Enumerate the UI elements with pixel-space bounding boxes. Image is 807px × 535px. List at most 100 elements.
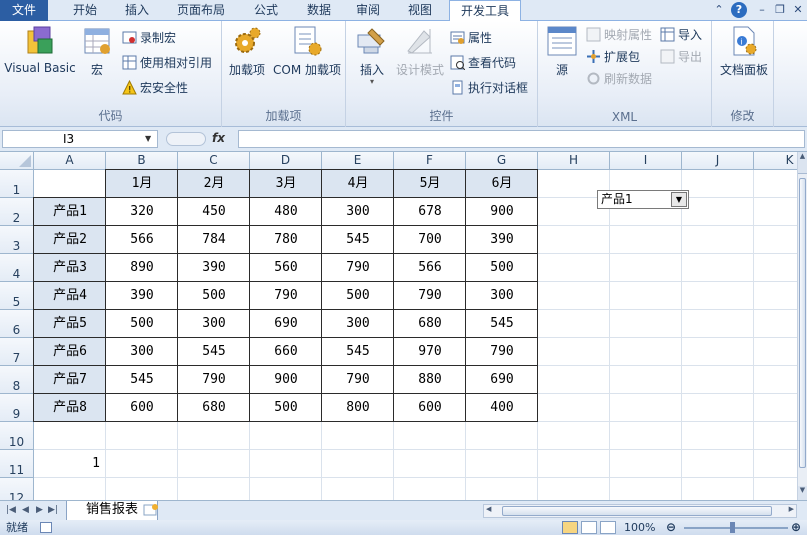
record-macro-button[interactable]: 录制宏 [122,29,176,48]
sales-value-cell[interactable]: 880 [394,366,466,394]
formula-input[interactable] [238,130,805,148]
sales-value-cell[interactable]: 800 [322,394,394,422]
product-name-cell[interactable]: 产品3 [34,254,106,282]
column-header-j[interactable]: J [682,152,754,170]
close-icon[interactable]: ✕ [790,2,806,18]
refresh-data-button[interactable]: 刷新数据 [586,70,652,89]
macros-button[interactable]: 宏 [80,25,114,78]
vertical-scrollbar[interactable]: ▲ ▼ [797,152,807,500]
row-header-1[interactable]: 1 [0,170,34,198]
sales-value-cell[interactable]: 400 [466,394,538,422]
row-header-7[interactable]: 7 [0,338,34,366]
row-header-3[interactable]: 3 [0,226,34,254]
zoom-in-icon[interactable]: ⊕ [791,520,801,535]
sales-value-cell[interactable]: 784 [178,226,250,254]
column-header-b[interactable]: B [106,152,178,170]
restore-icon[interactable]: ❐ [772,2,788,18]
sales-value-cell[interactable]: 545 [466,310,538,338]
document-panel-button[interactable]: i 文档面板 [716,25,772,78]
first-sheet-icon[interactable]: |◀ [6,505,16,515]
dropdown-arrow-icon[interactable]: ▼ [671,192,687,207]
row-header-6[interactable]: 6 [0,310,34,338]
row-header-9[interactable]: 9 [0,394,34,422]
prev-sheet-icon[interactable]: ◀ [22,505,29,515]
macro-record-status-icon[interactable] [40,522,52,533]
zoom-out-icon[interactable]: ⊖ [666,520,676,535]
month-header-cell[interactable]: 2月 [178,170,250,198]
sales-value-cell[interactable]: 480 [250,198,322,226]
insert-control-button[interactable]: 插入 ▾ [352,25,392,86]
sales-value-cell[interactable]: 300 [466,282,538,310]
properties-button[interactable]: 属性 [450,29,492,48]
horizontal-scrollbar[interactable]: ◀ ▶ [483,504,797,518]
sales-value-cell[interactable]: 300 [322,198,394,226]
page-layout-view-icon[interactable] [581,521,597,534]
expansion-pack-button[interactable]: 扩展包 [586,48,640,67]
row-header-10[interactable]: 10 [0,422,34,450]
worksheet-grid[interactable]: A B C D E F G H I J K 1 2 3 4 5 6 7 8 9 10 11 12 1月 2月 3月 4月 5月 6月 产品… [0,152,807,500]
zoom-level[interactable]: 100% [624,520,655,535]
xml-source-button[interactable]: 源 [546,25,578,78]
sales-value-cell[interactable]: 678 [394,198,466,226]
row-header-8[interactable]: 8 [0,366,34,394]
product-name-cell[interactable]: 产品8 [34,394,106,422]
design-mode-button[interactable]: 设计模式 [394,25,446,78]
sales-value-cell[interactable]: 900 [466,198,538,226]
sales-value-cell[interactable]: 660 [250,338,322,366]
sales-value-cell[interactable]: 690 [466,366,538,394]
tab-data[interactable]: 数据 [296,0,342,21]
tab-file[interactable]: 文件 [0,0,48,21]
zoom-slider[interactable] [684,527,788,529]
insert-function-icon[interactable]: fx [212,131,225,145]
sales-value-cell[interactable]: 780 [250,226,322,254]
column-header-h[interactable]: H [538,152,610,170]
sales-value-cell[interactable]: 700 [394,226,466,254]
tab-home[interactable]: 开始 [62,0,108,21]
xml-import-button[interactable]: 导入 [660,26,702,45]
relative-reference-button[interactable]: 使用相对引用 [122,54,212,73]
row-header-11[interactable]: 11 [0,450,34,478]
sales-value-cell[interactable]: 560 [250,254,322,282]
ribbon-collapse-icon[interactable]: ⌃ [711,2,727,18]
run-dialog-button[interactable]: 执行对话框 [450,79,528,98]
sales-value-cell[interactable]: 790 [322,366,394,394]
column-header-c[interactable]: C [178,152,250,170]
addins-button[interactable]: 加载项 [226,25,268,78]
month-header-cell[interactable]: 4月 [322,170,394,198]
insert-sheet-icon[interactable] [142,503,162,519]
product-name-cell[interactable]: 产品6 [34,338,106,366]
sales-value-cell[interactable]: 500 [106,310,178,338]
sales-value-cell[interactable]: 600 [106,394,178,422]
visual-basic-button[interactable]: Visual Basic [4,25,76,75]
column-header-d[interactable]: D [250,152,322,170]
row-header-12[interactable]: 12 [0,478,34,500]
select-all-button[interactable] [0,152,34,170]
month-header-cell[interactable]: 1月 [106,170,178,198]
sales-value-cell[interactable]: 500 [250,394,322,422]
tab-developer[interactable]: 开发工具 [449,0,521,22]
sales-value-cell[interactable]: 300 [322,310,394,338]
column-header-g[interactable]: G [466,152,538,170]
product-name-cell[interactable]: 产品1 [34,198,106,226]
zoom-slider-thumb[interactable] [730,522,735,533]
sales-value-cell[interactable]: 500 [322,282,394,310]
scroll-left-icon[interactable]: ◀ [486,505,491,513]
sales-value-cell[interactable]: 680 [178,394,250,422]
scroll-up-icon[interactable]: ▲ [798,152,807,174]
tab-view[interactable]: 视图 [397,0,443,21]
sales-value-cell[interactable]: 790 [322,254,394,282]
sales-value-cell[interactable]: 500 [466,254,538,282]
sales-value-cell[interactable]: 500 [178,282,250,310]
sales-value-cell[interactable]: 566 [106,226,178,254]
horizontal-scroll-thumb[interactable] [502,506,772,516]
tab-insert[interactable]: 插入 [114,0,160,21]
next-sheet-icon[interactable]: ▶ [36,505,43,515]
sales-value-cell[interactable]: 680 [394,310,466,338]
view-code-button[interactable]: 查看代码 [450,54,516,73]
product-name-cell[interactable]: 产品5 [34,310,106,338]
sales-value-cell[interactable]: 690 [250,310,322,338]
scroll-down-icon[interactable]: ▼ [798,486,807,500]
product-name-cell[interactable]: 产品7 [34,366,106,394]
help-icon[interactable]: ? [731,2,747,18]
month-header-cell[interactable]: 6月 [466,170,538,198]
